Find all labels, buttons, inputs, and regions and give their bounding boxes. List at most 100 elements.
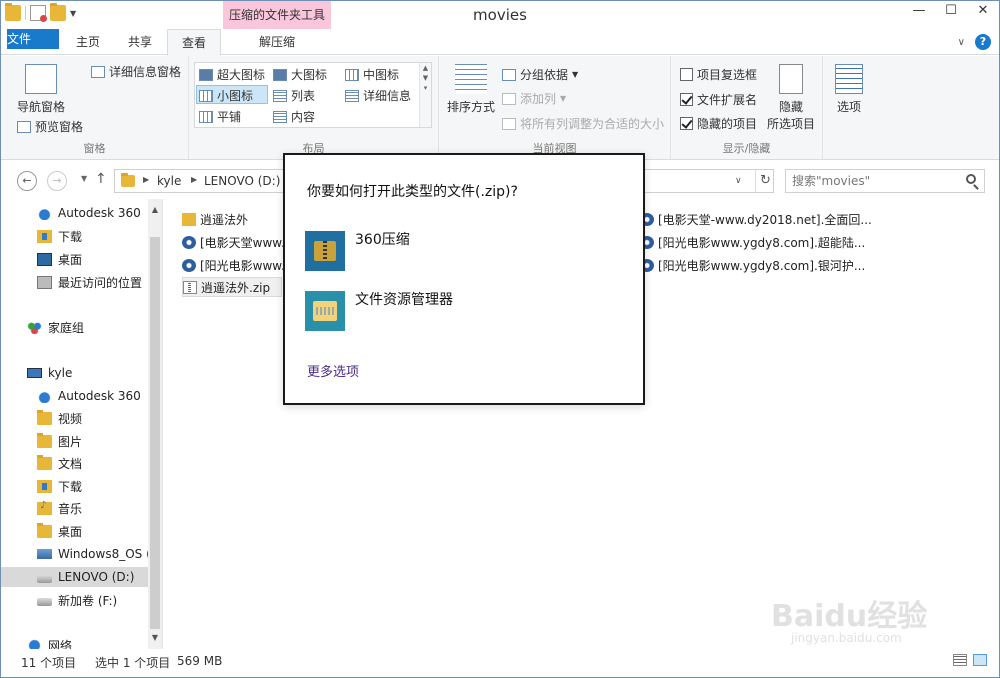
- extra-large-icons-icon: [199, 68, 213, 81]
- sidebar-item[interactable]: 家庭组: [1, 317, 149, 337]
- layout-small[interactable]: 小图标: [199, 87, 253, 104]
- folder-dl-icon: [37, 479, 52, 493]
- ribbon-collapse-icon[interactable]: ∨: [958, 37, 965, 48]
- breadcrumb-separator-icon[interactable]: ▶: [143, 175, 149, 184]
- item-checkboxes-checkbox[interactable]: [680, 68, 693, 81]
- sidebar-item[interactable]: 桌面: [1, 521, 149, 541]
- more-options-link[interactable]: 更多选项: [307, 361, 359, 380]
- ribbon-tabs: 文件 主页 共享 查看 解压缩 ∨ ?: [1, 29, 999, 56]
- scroll-down-icon[interactable]: ▼: [148, 633, 162, 642]
- address-folder-icon: [121, 173, 135, 187]
- sidebar-item[interactable]: 图片: [1, 431, 149, 451]
- scroll-up-icon[interactable]: ▲: [148, 205, 162, 214]
- file-item[interactable]: 逍遥法外.zip: [182, 277, 282, 297]
- file-item[interactable]: [阳光电影www.ygdy8.com].超能陆...: [640, 232, 865, 252]
- hidden-items-checkbox[interactable]: [680, 117, 693, 130]
- search-box[interactable]: [785, 169, 985, 193]
- file-extensions-label: 文件扩展名: [697, 93, 758, 107]
- sidebar-item[interactable]: Windows8_OS (: [1, 544, 149, 564]
- file-item[interactable]: 逍遥法外: [182, 209, 292, 229]
- up-icon[interactable]: ↑: [95, 171, 107, 187]
- fit-columns-button[interactable]: 将所有列调整为合适的大小: [502, 115, 664, 132]
- forward-button[interactable]: →: [47, 171, 67, 191]
- sidebar-item[interactable]: 桌面: [1, 249, 149, 269]
- sidebar-item[interactable]: LENOVO (D:): [1, 567, 149, 587]
- file-item[interactable]: [阳光电影www.: [182, 255, 292, 275]
- sidebar-item-label: 文档: [58, 456, 83, 471]
- sidebar-item[interactable]: 最近访问的位置: [1, 272, 149, 292]
- file-item[interactable]: [阳光电影www.ygdy8.com].银河护...: [640, 255, 865, 275]
- file-extensions-toggle[interactable]: 文件扩展名: [680, 91, 757, 108]
- file-extensions-checkbox[interactable]: [680, 93, 693, 106]
- baidu-watermark: Baidu经验 jingyan.baidu.com: [761, 581, 991, 661]
- preview-pane-button[interactable]: 预览窗格: [17, 118, 83, 135]
- sidebar-item[interactable]: Autodesk 360: [1, 386, 149, 406]
- sidebar-item[interactable]: 文档: [1, 453, 149, 473]
- open-with-file-explorer[interactable]: 文件资源管理器: [303, 287, 623, 333]
- open-with-360zip[interactable]: 360压缩: [303, 227, 623, 273]
- breadcrumb-separator-icon[interactable]: ▶: [191, 175, 197, 184]
- close-button[interactable]: ✕: [967, 1, 999, 23]
- help-icon[interactable]: ?: [975, 34, 991, 50]
- breadcrumb-kyle[interactable]: kyle: [157, 174, 181, 188]
- layout-gallery-scroll[interactable]: ▲ ▼ ▾: [419, 63, 431, 127]
- layout-content[interactable]: 内容: [273, 108, 315, 125]
- search-icon[interactable]: [966, 174, 976, 184]
- show-hide-group-label: 显示/隐藏: [722, 142, 771, 155]
- sidebar-item[interactable]: kyle: [1, 363, 149, 383]
- nav-pane-icon: [25, 64, 57, 94]
- tab-share[interactable]: 共享: [115, 29, 165, 55]
- file-name: [电影天堂-www.dy2018.net].全面回...: [658, 212, 872, 227]
- layout-tiles[interactable]: 平铺: [199, 108, 241, 125]
- sort-by-button[interactable]: 排序方式: [445, 64, 497, 115]
- layout-large[interactable]: 大图标: [273, 66, 327, 83]
- sidebar-item[interactable]: 下载: [1, 476, 149, 496]
- file-item[interactable]: [电影天堂-www.dy2018.net].全面回...: [640, 209, 872, 229]
- sidebar-item-label: 音乐: [58, 501, 83, 516]
- nav-pane-scrollbar[interactable]: ▲ ▼: [148, 199, 162, 649]
- sidebar-item-label: 桌面: [58, 524, 83, 539]
- file-item[interactable]: [电影天堂www.: [182, 232, 292, 252]
- sort-icon: [455, 64, 487, 94]
- tab-home[interactable]: 主页: [63, 29, 113, 55]
- address-dropdown-icon[interactable]: ∨: [735, 176, 742, 186]
- nav-pane-button[interactable]: 导航窗格: [11, 64, 71, 115]
- window-controls: — ☐ ✕: [903, 1, 999, 23]
- sidebar-item[interactable]: 视频: [1, 408, 149, 428]
- sidebar-item[interactable]: 下载: [1, 226, 149, 246]
- search-input[interactable]: [792, 173, 952, 189]
- layout-medium[interactable]: 中图标: [345, 66, 399, 83]
- minimize-button[interactable]: —: [903, 1, 935, 23]
- group-by-button[interactable]: 分组依据 ▼: [502, 66, 578, 83]
- details-icon: [345, 89, 359, 102]
- hidden-items-toggle[interactable]: 隐藏的项目: [680, 115, 757, 132]
- maximize-button[interactable]: ☐: [935, 1, 967, 23]
- layout-extra-large[interactable]: 超大图标: [199, 66, 265, 83]
- osdrive-icon: [37, 549, 52, 559]
- recent-locations-dropdown-icon[interactable]: ▼: [81, 174, 87, 183]
- add-column-button[interactable]: 添加列 ▼: [502, 90, 566, 107]
- tab-file[interactable]: 文件: [7, 29, 59, 49]
- breadcrumb-lenovo[interactable]: LENOVO (D:): [204, 174, 280, 188]
- scrollbar-thumb[interactable]: [150, 237, 160, 629]
- item-checkboxes-toggle[interactable]: 项目复选框: [680, 66, 757, 83]
- add-column-label: 添加列: [520, 92, 557, 106]
- layout-list[interactable]: 列表: [273, 87, 315, 104]
- sidebar-item-label: 家庭组: [48, 320, 85, 335]
- sidebar-item[interactable]: 音乐: [1, 498, 149, 518]
- hide-selected-button[interactable]: 隐藏 所选项目: [765, 64, 817, 132]
- file-name: [阳光电影www.ygdy8.com].银河护...: [658, 258, 866, 273]
- navigation-pane: Autodesk 360 下载 桌面 最近访问的位置 家庭组 kyle Autodesk 3…: [1, 199, 163, 653]
- back-button[interactable]: ←: [17, 171, 37, 191]
- layout-details-label: 详细信息: [363, 89, 412, 103]
- sidebar-item[interactable]: 新加卷 (F:): [1, 590, 149, 610]
- options-button[interactable]: 选项: [827, 64, 871, 115]
- refresh-icon[interactable]: ↻: [755, 170, 775, 192]
- layout-details[interactable]: 详细信息: [345, 87, 411, 104]
- sidebar-item[interactable]: Autodesk 360: [1, 203, 149, 223]
- tab-extract[interactable]: 解压缩: [223, 29, 331, 55]
- details-pane-button[interactable]: 详细信息窗格: [91, 63, 181, 80]
- preview-pane-icon: [17, 120, 31, 133]
- tab-view[interactable]: 查看: [167, 29, 221, 56]
- sidebar-item-label: 新加卷 (F:): [58, 593, 118, 608]
